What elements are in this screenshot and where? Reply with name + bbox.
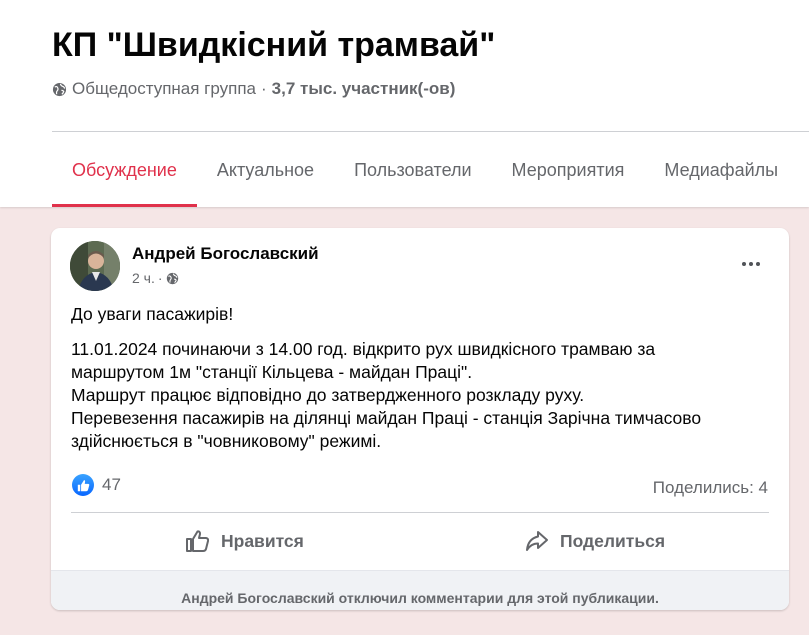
- post-time[interactable]: 2 ч.: [132, 270, 155, 286]
- meta-dot: ·: [157, 270, 163, 286]
- like-label: Нравится: [221, 530, 304, 551]
- tab-events[interactable]: Мероприятия: [492, 132, 645, 207]
- globe-icon: [166, 272, 178, 284]
- avatar[interactable]: [70, 241, 120, 291]
- post-paragraph-body: 11.01.2024 починаючи з 14.00 год. відкри…: [71, 338, 771, 453]
- more-icon-dot: [749, 262, 753, 266]
- share-button[interactable]: Поделиться: [524, 523, 665, 559]
- reactions-summary[interactable]: 47: [72, 474, 121, 496]
- share-label: Поделиться: [560, 530, 666, 551]
- thumbs-up-icon: [186, 530, 210, 552]
- meta-separator: ·: [261, 79, 267, 98]
- group-privacy: Общедоступная группа: [72, 79, 256, 98]
- post-card: Андрей Богославский 2 ч. · До уваги паса…: [51, 228, 789, 610]
- post-line: Маршрут працює відповідно до затвердженн…: [71, 385, 585, 405]
- share-count[interactable]: Поделились: 4: [653, 478, 768, 498]
- group-tabs: Обсуждение Актуальное Пользователи Мероп…: [52, 132, 798, 207]
- group-title: КП "Швидкісний трамвай": [52, 26, 496, 64]
- group-meta: Общедоступная группа · 3,7 тыс. участник…: [52, 79, 455, 99]
- like-reaction-icon: [72, 474, 94, 496]
- tab-members[interactable]: Пользователи: [334, 132, 491, 207]
- reaction-count: 47: [102, 475, 121, 494]
- more-options-button[interactable]: [733, 250, 769, 278]
- post-author[interactable]: Андрей Богославский: [132, 244, 319, 264]
- actions-divider: [71, 512, 769, 513]
- like-button[interactable]: Нравится: [185, 523, 304, 559]
- group-members[interactable]: 3,7 тыс. участник(-ов): [272, 79, 456, 99]
- post-line: здійснюється в "човниковому" режимі.: [71, 431, 382, 451]
- post-line: 11.01.2024 починаючи з 14.00 год. відкри…: [71, 339, 656, 359]
- comments-disabled-notice: Андрей Богославский отключил комментарии…: [51, 570, 789, 610]
- share-arrow-icon: [526, 531, 548, 551]
- post-text: До уваги пасажирів! 11.01.2024 починаючи…: [71, 303, 771, 462]
- post-meta: 2 ч. ·: [132, 270, 179, 286]
- tab-discussion[interactable]: Обсуждение: [52, 132, 197, 207]
- group-header: КП "Швидкісний трамвай" Общедоступная гр…: [0, 0, 809, 207]
- post-paragraph-heading: До уваги пасажирів!: [71, 304, 234, 324]
- globe-icon: [52, 82, 67, 96]
- avatar-image: [70, 241, 120, 291]
- post-line: маршрутом 1м "станції Кільцева - майдан …: [71, 362, 473, 382]
- tab-featured[interactable]: Актуальное: [197, 132, 334, 207]
- more-icon-dot: [742, 262, 746, 266]
- tab-media[interactable]: Медиафайлы: [644, 132, 798, 207]
- post-line: Перевезення пасажирів на ділянці майдан …: [71, 408, 702, 428]
- more-icon-dot: [756, 262, 760, 266]
